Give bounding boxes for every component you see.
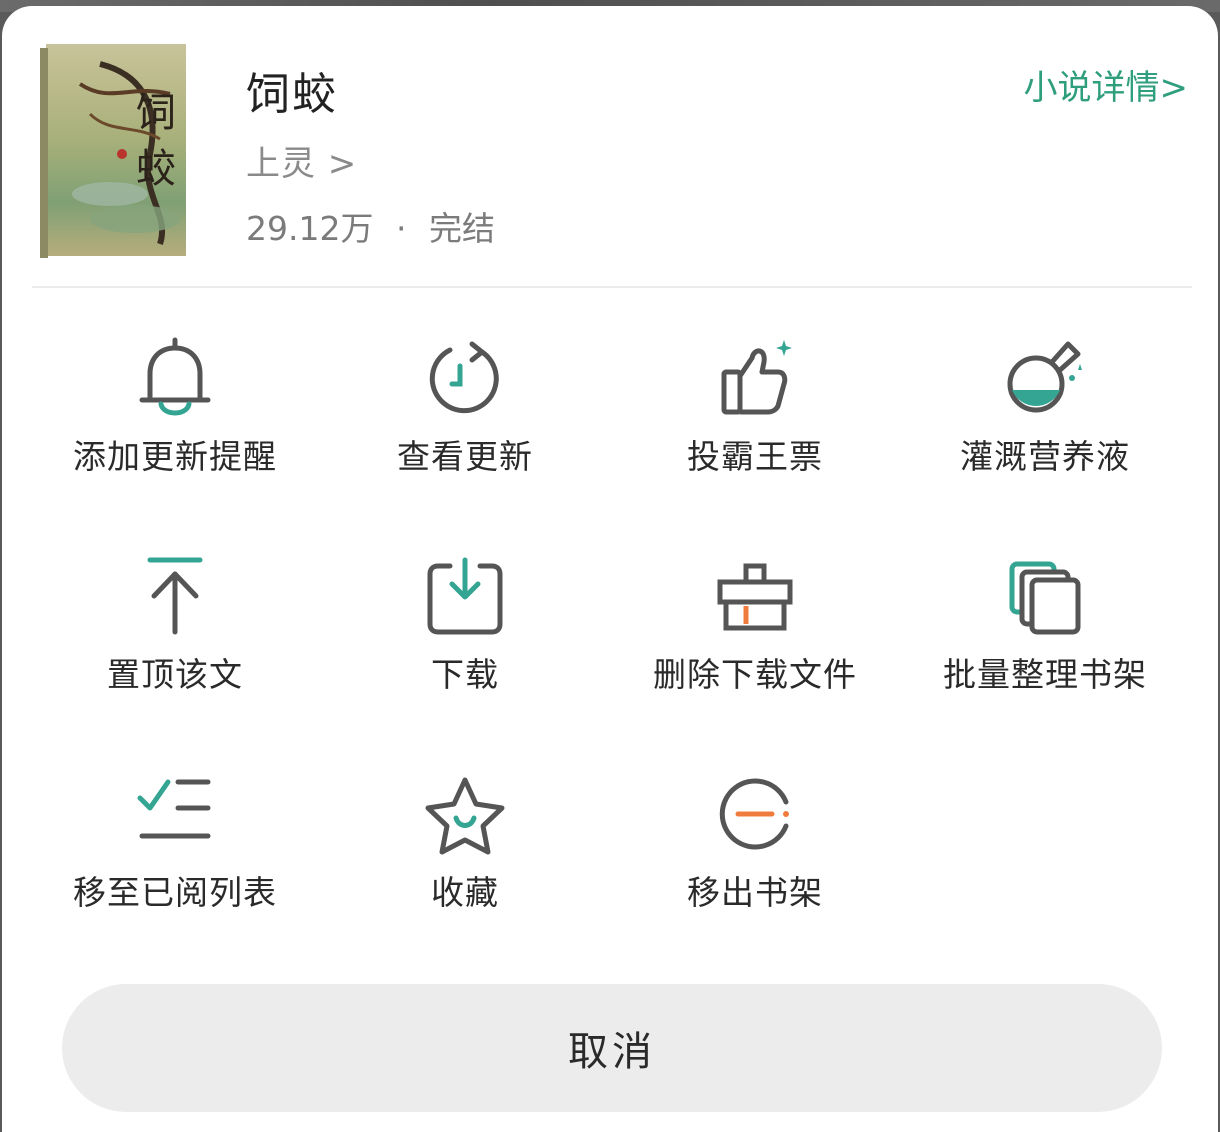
book-meta: 29.12万 · 完结: [246, 202, 495, 250]
delete-downloads-button[interactable]: 删除下载文件: [610, 554, 900, 696]
action-label: 移出书架: [687, 873, 823, 912]
checklist-icon: [137, 779, 211, 839]
svg-text:饲: 饲: [136, 90, 176, 136]
action-label: 置顶该文: [107, 655, 243, 694]
word-count: 29.12万: [246, 209, 374, 248]
thumbs-up-icon: [721, 340, 792, 415]
star-icon: [425, 777, 505, 855]
action-label: 移至已阅列表: [73, 873, 277, 912]
bell-icon: [139, 337, 211, 416]
svg-text:蛟: 蛟: [136, 146, 176, 192]
action-label: 下载: [431, 655, 499, 694]
stack-icon: [1009, 561, 1081, 635]
pin-to-top-icon: [147, 557, 203, 635]
vote-ticket-button[interactable]: 投霸王票: [610, 336, 900, 478]
action-label: 查看更新: [397, 437, 533, 476]
check-updates-button[interactable]: 查看更新: [320, 336, 610, 478]
favorite-button[interactable]: 收藏: [320, 772, 610, 914]
batch-organize-shelf-button[interactable]: 批量整理书架: [900, 554, 1190, 696]
move-to-read-list-button[interactable]: 移至已阅列表: [30, 772, 320, 914]
pin-to-top-button[interactable]: 置顶该文: [30, 554, 320, 696]
delete-box-icon: [717, 563, 793, 631]
book-title: 饲蛟: [246, 69, 338, 120]
action-label: 删除下载文件: [653, 655, 857, 694]
remove-circle-icon: [719, 778, 789, 850]
nutrient-liquid-button[interactable]: 灌溉营养液: [900, 336, 1190, 478]
action-label: 收藏: [431, 873, 499, 912]
action-label: 添加更新提醒: [73, 437, 277, 476]
remove-from-shelf-button[interactable]: 移出书架: [610, 772, 900, 914]
book-action-sheet: 饲 蛟 饲蛟 上灵 > 29.12万 · 完结 小说详情> 添加更新提醒 查看更…: [2, 6, 1218, 1132]
meta-separator: ·: [395, 209, 407, 248]
flask-icon: [1007, 341, 1082, 413]
download-button[interactable]: 下载: [320, 554, 610, 696]
cancel-button[interactable]: 取消: [62, 984, 1162, 1112]
download-icon: [427, 557, 503, 635]
header-divider: [32, 286, 1192, 288]
action-label: 投霸王票: [687, 437, 823, 476]
novel-details-link[interactable]: 小说详情>: [1024, 60, 1189, 109]
action-label: 灌溉营养液: [960, 437, 1130, 476]
action-label: 批量整理书架: [943, 655, 1147, 694]
refresh-clock-icon: [429, 341, 499, 414]
add-update-reminder-button[interactable]: 添加更新提醒: [30, 336, 320, 478]
author-link[interactable]: 上灵 >: [246, 136, 357, 185]
completion-status: 完结: [428, 209, 495, 248]
book-cover-image[interactable]: 饲 蛟: [40, 44, 188, 260]
